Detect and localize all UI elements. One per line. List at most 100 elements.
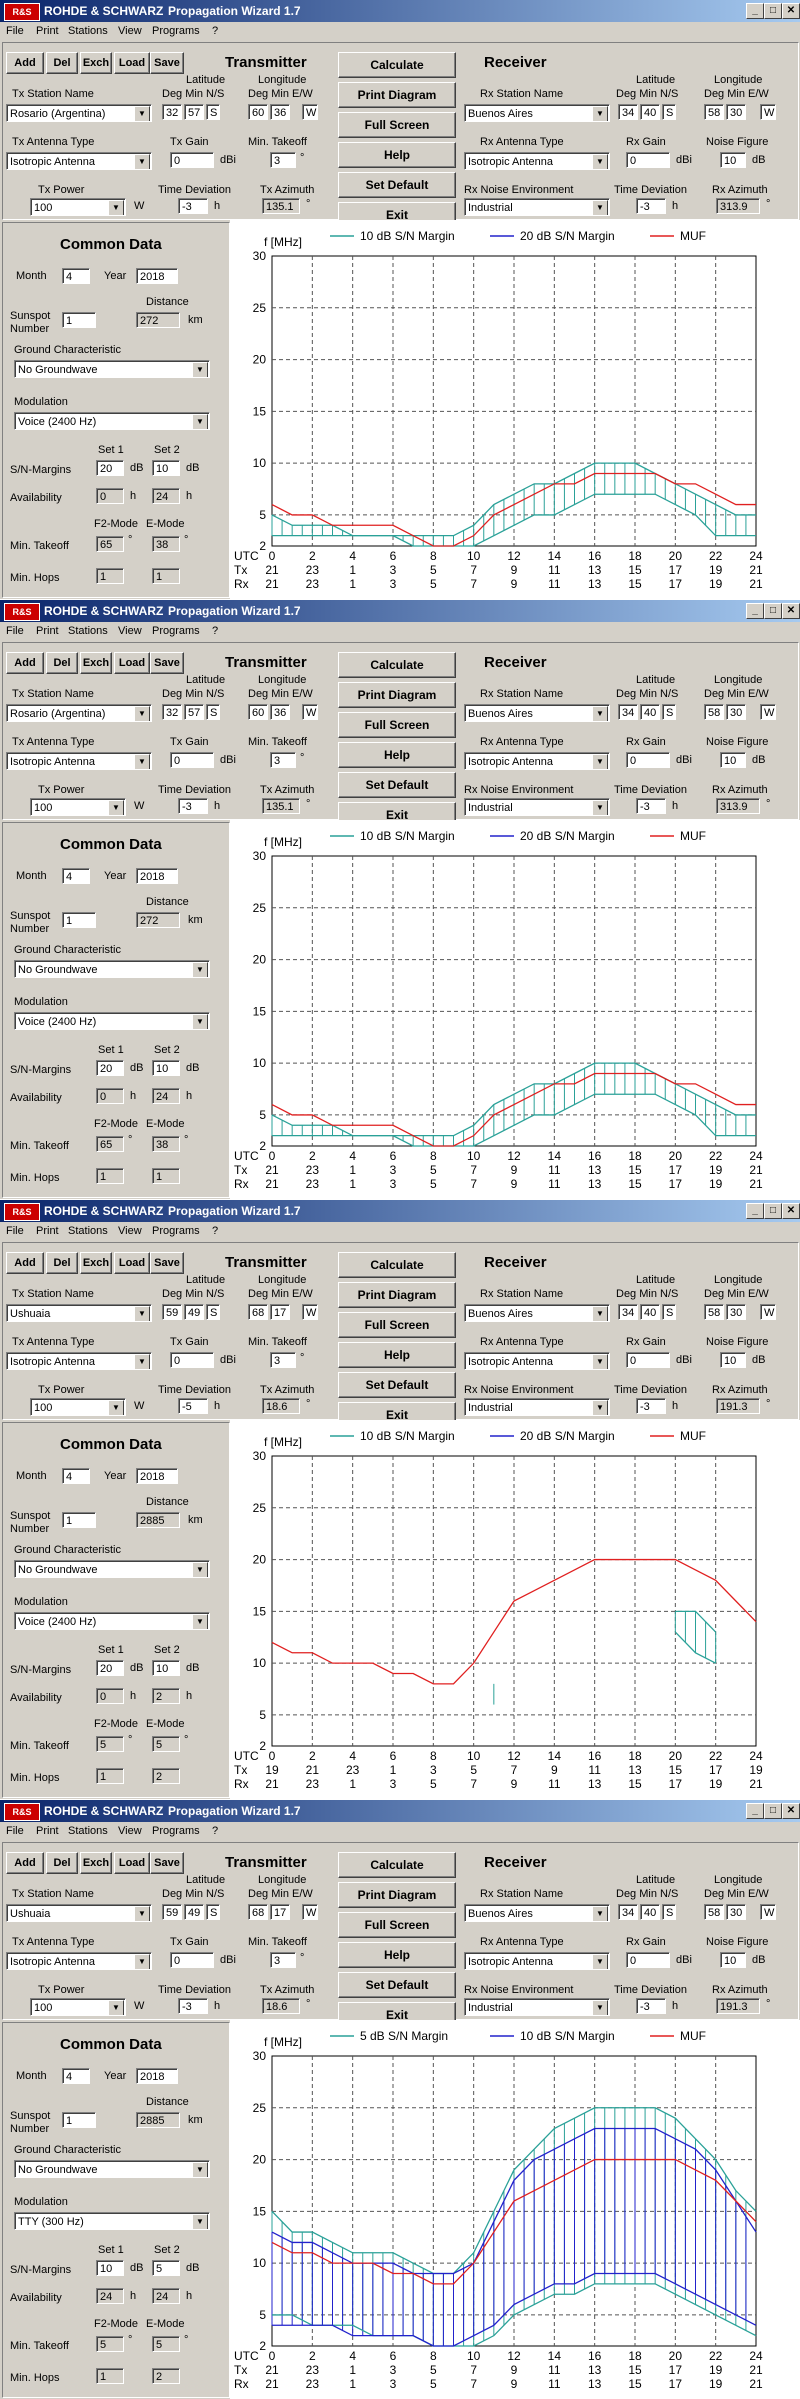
toolbar-load-button[interactable]: Load	[114, 1852, 150, 1874]
tx-antenna-select[interactable]: Isotropic Antenna ▼	[6, 152, 152, 170]
chevron-down-icon[interactable]: ▼	[192, 414, 208, 429]
rx-gain-field[interactable]: 0	[626, 152, 670, 168]
rx-lon-ew-field[interactable]: W	[760, 104, 776, 120]
rx-antenna-select[interactable]: Isotropic Antenna ▼	[464, 1352, 610, 1370]
menu-item[interactable]: View	[118, 25, 142, 37]
calculate-button[interactable]: Calculate	[338, 1852, 456, 1878]
tx-lat-ns-field[interactable]: S	[206, 104, 220, 120]
rx-environment-select[interactable]: Industrial ▼	[464, 1998, 610, 2016]
rx-environment-select[interactable]: Industrial ▼	[464, 198, 610, 216]
chevron-down-icon[interactable]: ▼	[592, 1954, 608, 1969]
chevron-down-icon[interactable]: ▼	[134, 106, 150, 121]
tx-lon-deg-field[interactable]: 68	[248, 1904, 268, 1920]
chevron-down-icon[interactable]: ▼	[192, 2162, 208, 2177]
rx-lat-deg-field[interactable]: 34	[618, 1304, 638, 1320]
help-button[interactable]: Help	[338, 1942, 456, 1968]
menu-item[interactable]: Print	[36, 25, 59, 37]
print-diagram-button[interactable]: Print Diagram	[338, 682, 456, 708]
rx-lon-ew-field[interactable]: W	[760, 1904, 776, 1920]
toolbar-exch-button[interactable]: Exch	[80, 1852, 112, 1874]
rx-timedev-field[interactable]: -3	[636, 798, 666, 814]
minimize-icon[interactable]: _	[746, 1203, 764, 1219]
tx-timedev-field[interactable]: -3	[178, 798, 208, 814]
rx-lat-ns-field[interactable]: S	[662, 704, 676, 720]
sn-margin-2-field[interactable]: 10	[152, 1660, 180, 1676]
full-screen-button[interactable]: Full Screen	[338, 112, 456, 138]
sn-margin-2-field[interactable]: 10	[152, 1060, 180, 1076]
tx-lon-min-field[interactable]: 17	[270, 1304, 290, 1320]
chevron-down-icon[interactable]: ▼	[134, 154, 150, 169]
rx-lat-deg-field[interactable]: 34	[618, 1904, 638, 1920]
chevron-down-icon[interactable]: ▼	[192, 1562, 208, 1577]
chevron-down-icon[interactable]: ▼	[108, 200, 124, 215]
tx-lon-deg-field[interactable]: 60	[248, 104, 268, 120]
tx-lat-deg-field[interactable]: 59	[162, 1304, 182, 1320]
tx-lat-deg-field[interactable]: 32	[162, 104, 182, 120]
full-screen-button[interactable]: Full Screen	[338, 1312, 456, 1338]
close-icon[interactable]: ✕	[782, 3, 800, 19]
sunspot-field[interactable]: 1	[62, 1512, 96, 1528]
help-button[interactable]: Help	[338, 1342, 456, 1368]
toolbar-load-button[interactable]: Load	[114, 52, 150, 74]
menu-item[interactable]: Print	[36, 1825, 59, 1837]
rx-lon-deg-field[interactable]: 58	[704, 104, 724, 120]
rx-station-select[interactable]: Buenos Aires ▼	[464, 704, 610, 722]
tx-lat-min-field[interactable]: 49	[184, 1304, 204, 1320]
rx-lon-deg-field[interactable]: 58	[704, 704, 724, 720]
tx-lon-ew-field[interactable]: W	[302, 704, 318, 720]
toolbar-save-button[interactable]: Save	[150, 652, 184, 674]
year-field[interactable]: 2018	[136, 1468, 178, 1484]
ground-select[interactable]: No Groundwave ▼	[14, 1560, 210, 1578]
toolbar-load-button[interactable]: Load	[114, 652, 150, 674]
modulation-select[interactable]: Voice (2400 Hz) ▼	[14, 1012, 210, 1030]
month-field[interactable]: 4	[62, 2068, 90, 2084]
rx-timedev-field[interactable]: -3	[636, 1398, 666, 1414]
toolbar-save-button[interactable]: Save	[150, 1852, 184, 1874]
tx-lat-deg-field[interactable]: 59	[162, 1904, 182, 1920]
rx-lat-deg-field[interactable]: 34	[618, 104, 638, 120]
tx-antenna-select[interactable]: Isotropic Antenna ▼	[6, 1952, 152, 1970]
tx-lat-ns-field[interactable]: S	[206, 1304, 220, 1320]
set-default-button[interactable]: Set Default	[338, 772, 456, 798]
rx-antenna-select[interactable]: Isotropic Antenna ▼	[464, 152, 610, 170]
calculate-button[interactable]: Calculate	[338, 652, 456, 678]
tx-antenna-select[interactable]: Isotropic Antenna ▼	[6, 1352, 152, 1370]
chevron-down-icon[interactable]: ▼	[108, 2000, 124, 2015]
menu-item[interactable]: Programs	[152, 625, 200, 637]
tx-station-select[interactable]: Ushuaia ▼	[6, 1904, 152, 1922]
tx-station-select[interactable]: Rosario (Argentina) ▼	[6, 104, 152, 122]
month-field[interactable]: 4	[62, 868, 90, 884]
tx-timedev-field[interactable]: -3	[178, 1998, 208, 2014]
toolbar-save-button[interactable]: Save	[150, 52, 184, 74]
sunspot-field[interactable]: 1	[62, 2112, 96, 2128]
maximize-icon[interactable]: □	[764, 1203, 782, 1219]
rx-lon-ew-field[interactable]: W	[760, 1304, 776, 1320]
tx-power-select[interactable]: 100 ▼	[30, 1398, 126, 1416]
tx-takeoff-field[interactable]: 3	[270, 752, 296, 768]
minimize-icon[interactable]: _	[746, 603, 764, 619]
chevron-down-icon[interactable]: ▼	[192, 362, 208, 377]
menu-item[interactable]: Stations	[68, 25, 108, 37]
tx-timedev-field[interactable]: -3	[178, 198, 208, 214]
tx-lat-ns-field[interactable]: S	[206, 1904, 220, 1920]
chevron-down-icon[interactable]: ▼	[192, 2214, 208, 2229]
tx-lat-min-field[interactable]: 57	[184, 104, 204, 120]
toolbar-del-button[interactable]: Del	[46, 52, 78, 74]
menu-item[interactable]: File	[6, 1825, 24, 1837]
toolbar-exch-button[interactable]: Exch	[80, 652, 112, 674]
menu-item[interactable]: File	[6, 25, 24, 37]
menu-item[interactable]: ?	[212, 625, 218, 637]
tx-lon-deg-field[interactable]: 60	[248, 704, 268, 720]
menu-item[interactable]: File	[6, 625, 24, 637]
toolbar-add-button[interactable]: Add	[6, 52, 44, 74]
chevron-down-icon[interactable]: ▼	[592, 106, 608, 121]
month-field[interactable]: 4	[62, 268, 90, 284]
menu-item[interactable]: ?	[212, 1825, 218, 1837]
menu-item[interactable]: View	[118, 1225, 142, 1237]
sn-margin-1-field[interactable]: 20	[96, 1060, 124, 1076]
month-field[interactable]: 4	[62, 1468, 90, 1484]
full-screen-button[interactable]: Full Screen	[338, 712, 456, 738]
rx-noise-field[interactable]: 10	[720, 1952, 746, 1968]
calculate-button[interactable]: Calculate	[338, 52, 456, 78]
chevron-down-icon[interactable]: ▼	[134, 1354, 150, 1369]
